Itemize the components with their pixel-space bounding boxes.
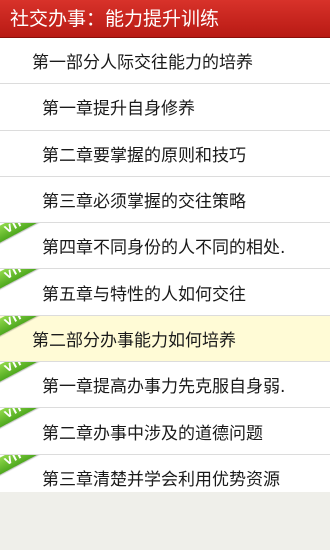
list-item[interactable]: VIP 第三章清楚并学会利用优势资源 xyxy=(0,454,330,492)
list-item[interactable]: VIP 第一章提高办事力先克服自身弱. xyxy=(0,362,330,409)
list-item[interactable]: 第二章要掌握的原则和技巧 xyxy=(0,130,330,177)
list-item-label: 第二章要掌握的原则和技巧 xyxy=(42,145,246,166)
list-item[interactable]: 第三章必须掌握的交往策略 xyxy=(0,176,330,224)
list-item-label: 第一章提升自身修养 xyxy=(42,99,195,120)
list-item[interactable]: VIP 第五章与特性的人如何交往 xyxy=(0,269,330,316)
list-item[interactable]: 第一章提升自身修养 xyxy=(0,84,330,131)
list-item-label: 第一章提高办事力先克服自身弱. xyxy=(42,377,286,398)
list-item-label: 第一部分人际交往能力的培养 xyxy=(32,53,253,74)
empty-footer-area xyxy=(0,492,330,550)
list-item[interactable]: VIP 第四章不同身份的人不同的相处. xyxy=(0,223,330,270)
list-item-label: 第三章必须掌握的交往策略 xyxy=(42,192,246,213)
list-item[interactable]: VIP 第二章办事中涉及的道德问题 xyxy=(0,408,330,455)
chapter-list[interactable]: 第一部分人际交往能力的培养 第一章提升自身修养 第二章要掌握的原则和技巧 第三章… xyxy=(0,38,330,492)
list-item-label: 第三章清楚并学会利用优势资源 xyxy=(42,469,280,490)
app-title-bar: 社交办事：能力提升训练 xyxy=(0,0,330,38)
page-title: 社交办事：能力提升训练 xyxy=(10,8,220,30)
list-item-label: 第四章不同身份的人不同的相处. xyxy=(42,238,286,259)
list-item-label: 第二部分办事能力如何培养 xyxy=(32,330,236,351)
list-item[interactable]: VIP 第二部分办事能力如何培养 xyxy=(0,315,330,363)
list-item[interactable]: 第一部分人际交往能力的培养 xyxy=(0,38,330,85)
list-item-label: 第五章与特性的人如何交往 xyxy=(42,284,246,305)
list-item-label: 第二章办事中涉及的道德问题 xyxy=(42,423,263,444)
